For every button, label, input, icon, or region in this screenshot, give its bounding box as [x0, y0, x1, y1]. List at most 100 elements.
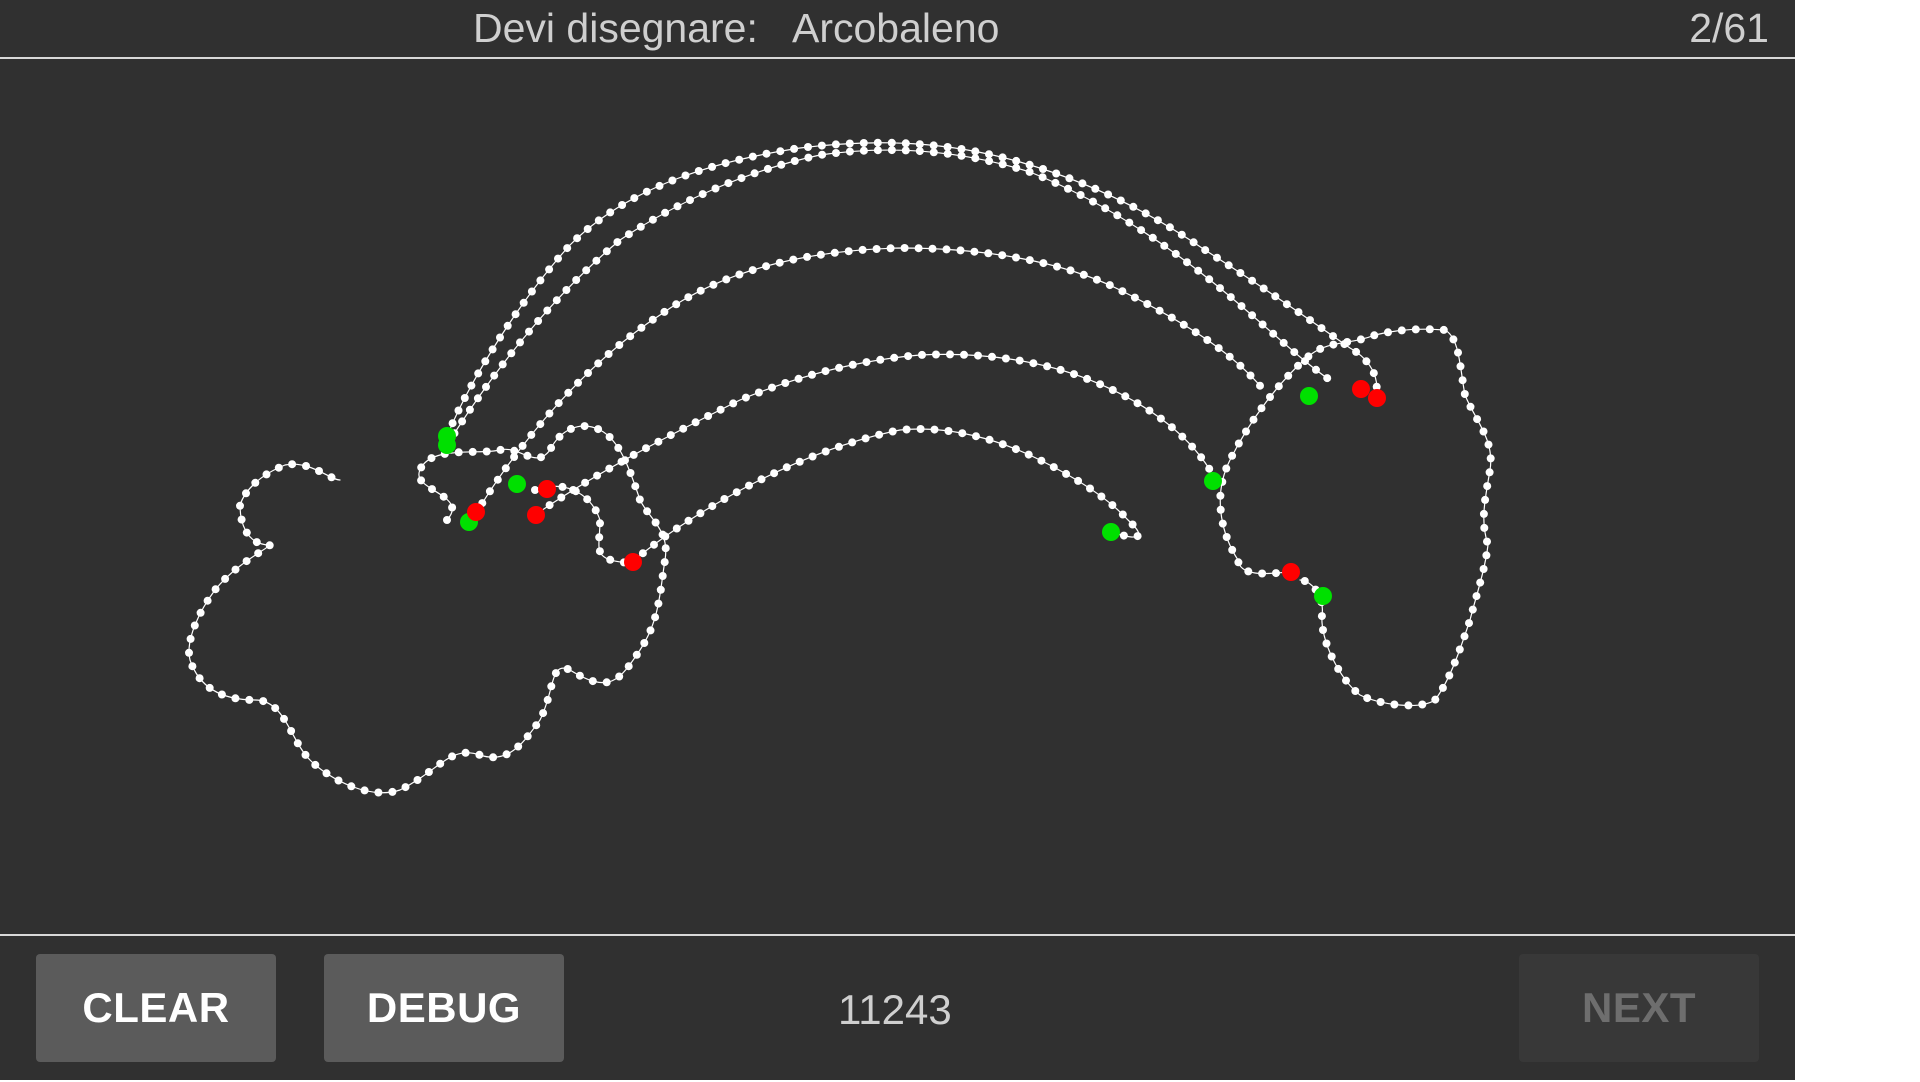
stroke-point [554, 399, 563, 408]
stroke-point [887, 138, 896, 147]
stroke-point [875, 430, 884, 439]
stroke-point [347, 782, 356, 791]
stroke-point [1228, 451, 1237, 460]
stroke-point [722, 275, 731, 284]
stroke-point [592, 256, 601, 265]
stroke-point [595, 533, 604, 542]
stroke-point [468, 447, 477, 456]
stroke-point [190, 621, 199, 630]
stroke-point [302, 462, 310, 470]
stroke-point [716, 405, 725, 414]
stroke-point [1256, 381, 1264, 390]
stroke-start-marker [1204, 472, 1222, 490]
stroke-point [1049, 463, 1058, 472]
stroke-point [555, 432, 564, 441]
prompt-label: Devi disegnare: [473, 5, 758, 51]
stroke-point [754, 388, 763, 397]
stroke-point [1479, 427, 1488, 436]
stroke-point [1183, 258, 1191, 267]
stroke-point [971, 154, 980, 163]
stroke-point [724, 179, 733, 188]
stroke-point [845, 139, 854, 148]
stroke-point [1203, 336, 1212, 344]
stroke-point [1137, 226, 1146, 235]
stroke-point [1178, 432, 1187, 441]
stroke-outer-arc [446, 142, 1378, 437]
stroke-point [1116, 196, 1125, 205]
debug-button[interactable]: DEBUG [324, 954, 564, 1062]
stroke-point [624, 662, 633, 671]
stroke-point [902, 425, 911, 434]
stroke-point [1118, 287, 1127, 296]
stroke-point [618, 201, 627, 209]
stroke-point [1290, 348, 1299, 357]
stroke-point [575, 671, 584, 680]
stroke-point [254, 549, 263, 558]
stroke-point [1454, 348, 1462, 357]
stroke-point [552, 296, 561, 305]
stroke-point [1012, 163, 1021, 172]
stroke-point [185, 648, 193, 657]
stroke-point [661, 532, 670, 541]
stroke-point [617, 457, 626, 466]
stroke-point [1449, 335, 1458, 344]
stroke-point [536, 276, 545, 285]
stroke-point [656, 585, 665, 594]
stroke-point [523, 732, 532, 741]
stroke-point [859, 146, 868, 155]
stroke-start-marker [1102, 523, 1120, 541]
stroke-point [631, 482, 640, 491]
stroke-point [861, 434, 870, 443]
stroke-point [545, 265, 554, 274]
stroke-point [507, 349, 516, 358]
drawing-canvas[interactable] [0, 59, 1795, 934]
stroke-point [388, 787, 397, 796]
stroke-point [428, 485, 436, 494]
stroke-point [808, 452, 817, 461]
stroke-point [1317, 612, 1326, 621]
stroke-point [932, 350, 940, 359]
stroke-point [454, 448, 463, 457]
header-bar: Devi disegnare: Arcobaleno 2/61 [0, 0, 1795, 59]
clear-button[interactable]: CLEAR [36, 954, 276, 1062]
stroke-start-marker [1300, 387, 1318, 405]
stroke-point [1062, 469, 1071, 478]
stroke-point [242, 557, 251, 566]
stroke-point [558, 482, 567, 491]
stroke-point [1300, 577, 1309, 585]
stroke-point [944, 427, 953, 435]
stroke-point [1091, 184, 1100, 193]
stroke-point [1465, 619, 1473, 628]
stroke-point [830, 248, 839, 257]
stroke-point [660, 558, 669, 567]
stroke-point [696, 286, 705, 295]
stroke-point [311, 760, 320, 769]
stroke-point [1074, 476, 1083, 485]
stroke-point [1155, 306, 1164, 315]
stroke-point [262, 470, 271, 479]
stroke-point [958, 429, 967, 438]
stroke-point [876, 355, 885, 364]
stroke-point [593, 471, 602, 480]
stroke-point [691, 418, 700, 427]
stroke-point [502, 750, 511, 759]
stroke-point [1362, 357, 1371, 366]
stroke-point [1160, 241, 1169, 250]
stroke-point [1039, 165, 1047, 173]
stroke-point [534, 317, 543, 325]
stroke-point [1248, 276, 1257, 285]
stroke-point [1425, 325, 1434, 334]
stroke-point [417, 463, 426, 472]
stroke-point [960, 350, 968, 359]
stroke-point [1271, 292, 1280, 301]
stroke-point [1165, 223, 1174, 232]
next-button[interactable]: NEXT [1519, 954, 1759, 1062]
stroke-point [1466, 402, 1475, 411]
stroke-point [231, 694, 240, 703]
stroke-point [488, 345, 497, 354]
stroke-point [217, 690, 226, 699]
stroke-point [1370, 331, 1379, 340]
stroke-point [1066, 266, 1075, 275]
stroke-point [737, 174, 746, 183]
stroke-point [454, 406, 463, 415]
